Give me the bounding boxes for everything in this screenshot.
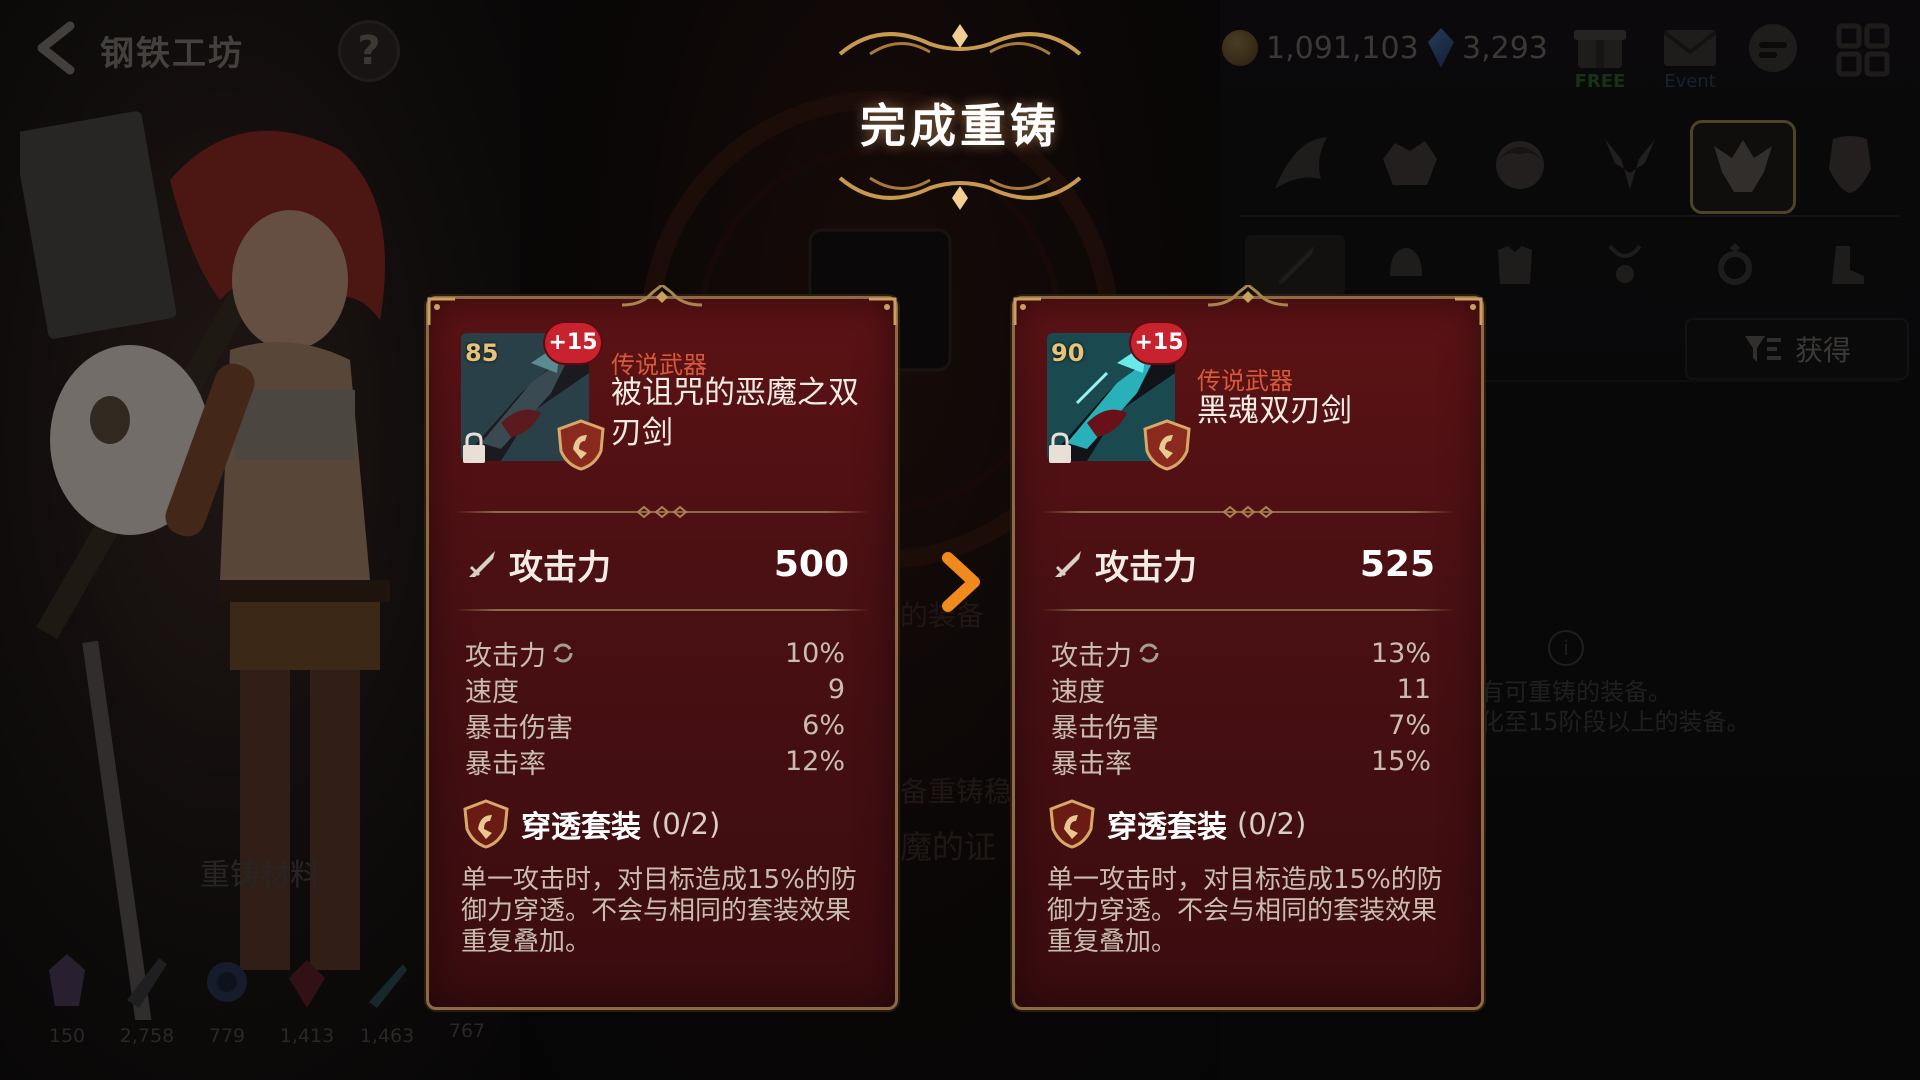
card-ornament-icon (622, 285, 702, 307)
sub-stat-row: 速度 9 (465, 671, 845, 708)
main-stat-label: 攻击力 (509, 547, 611, 588)
corner-ornament-icon (869, 297, 897, 325)
main-stat-value: 500 (773, 543, 849, 585)
item-name: 被诅咒的恶魔之双刃剑 (611, 375, 859, 451)
set-name: 穿透套装 (521, 810, 641, 845)
sub-stat-value: 11 (1396, 673, 1431, 705)
chevron-right-icon (942, 552, 980, 612)
set-count: (0/2) (1237, 807, 1307, 841)
sub-stat-row: 攻击力 10% (465, 635, 845, 672)
sub-stat-row: 暴击率 12% (465, 743, 845, 780)
sub-stat-label: 暴击伤害 (1051, 712, 1159, 744)
enhance-level-badge: +15 (545, 323, 601, 363)
main-stat-value: 525 (1359, 543, 1435, 585)
sub-stat-row: 暴击伤害 6% (465, 707, 845, 744)
reroll-icon (1139, 643, 1159, 663)
enhance-level-badge: +15 (1131, 323, 1187, 363)
sub-stats-list: 攻击力 13% 速度 11 暴击伤害 7% 暴击率 15% (1051, 635, 1431, 780)
set-description: 单一攻击时，对目标造成15%的防御力穿透。不会与相同的套装效果重复叠加。 (461, 865, 857, 957)
sub-stat-row: 暴击伤害 7% (1051, 707, 1431, 744)
divider (455, 505, 869, 519)
set-name: 穿透套装 (1107, 810, 1227, 845)
item-card-after: 90 +15 传说武器 黑魂双刃剑 攻击力 525 攻击力 13% 速度 11 (1012, 285, 1484, 1010)
sub-stat-value: 6% (802, 709, 845, 741)
attack-sword-icon (469, 551, 495, 577)
item-level: 90 (1051, 339, 1085, 367)
main-stat-label: 攻击力 (1095, 547, 1197, 588)
divider (1041, 505, 1455, 519)
sub-stat-value: 12% (784, 745, 845, 777)
corner-ornament-icon (1013, 297, 1041, 325)
sub-stat-row: 暴击率 15% (1051, 743, 1431, 780)
set-shield-icon (463, 799, 509, 849)
sub-stat-value: 15% (1370, 745, 1431, 777)
corner-ornament-icon (427, 297, 455, 325)
banner-title: 完成重铸 (860, 99, 1060, 153)
sub-stat-value: 9 (827, 673, 845, 705)
item-card-before: 85 +15 传说武器 被诅咒的恶魔之双刃剑 攻击力 500 攻击力 10% 速… (426, 285, 898, 1010)
sub-stat-label: 速度 (1051, 676, 1105, 708)
reroll-icon (553, 643, 573, 663)
sub-stat-label: 攻击力 (1051, 640, 1132, 672)
result-banner: 完成重铸 (700, 10, 1220, 210)
sub-stat-value: 13% (1370, 637, 1431, 669)
lock-icon[interactable] (1045, 431, 1075, 465)
set-effect-header: 穿透套装 (0/2) (1047, 799, 1306, 849)
set-shield-icon (1143, 419, 1191, 471)
corner-ornament-icon (1455, 297, 1483, 325)
item-level: 85 (465, 339, 499, 367)
lock-icon[interactable] (459, 431, 489, 465)
divider (1041, 609, 1455, 611)
sub-stat-row: 速度 11 (1051, 671, 1431, 708)
set-description: 单一攻击时，对目标造成15%的防御力穿透。不会与相同的套装效果重复叠加。 (1047, 865, 1443, 957)
sub-stat-value: 10% (784, 637, 845, 669)
sub-stat-label: 暴击率 (465, 748, 546, 780)
item-name: 黑魂双刃剑 (1197, 393, 1352, 429)
sub-stat-label: 攻击力 (465, 640, 546, 672)
sub-stat-label: 速度 (465, 676, 519, 708)
divider (455, 609, 869, 611)
attack-sword-icon (1055, 551, 1081, 577)
sub-stat-label: 暴击率 (1051, 748, 1132, 780)
main-stat-row: 攻击力 525 (1051, 539, 1435, 589)
main-stat-row: 攻击力 500 (465, 539, 849, 589)
set-count: (0/2) (651, 807, 721, 841)
card-ornament-icon (1208, 285, 1288, 307)
set-effect-header: 穿透套装 (0/2) (461, 799, 720, 849)
sub-stat-value: 7% (1388, 709, 1431, 741)
set-shield-icon (557, 419, 605, 471)
set-shield-icon (1049, 799, 1095, 849)
sub-stats-list: 攻击力 10% 速度 9 暴击伤害 6% 暴击率 12% (465, 635, 845, 780)
sub-stat-row: 攻击力 13% (1051, 635, 1431, 672)
sub-stat-label: 暴击伤害 (465, 712, 573, 744)
